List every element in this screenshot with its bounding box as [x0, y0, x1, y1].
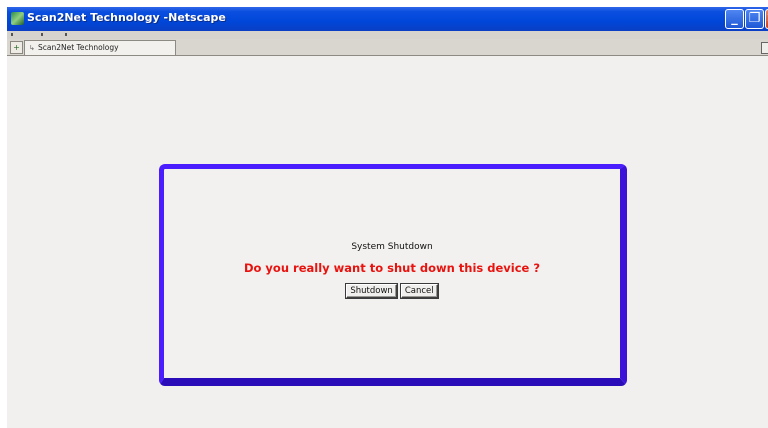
- window-title: Scan2Net Technology -Netscape: [27, 11, 226, 24]
- restore-icon: ❐: [748, 11, 761, 26]
- restore-button[interactable]: ❐: [745, 9, 764, 29]
- close-tab-button[interactable]: [761, 42, 768, 54]
- title-bar: Scan2Net Technology -Netscape _ ❐ ✕: [7, 7, 768, 31]
- toolbar-grip-icon: [65, 33, 67, 36]
- new-tab-button[interactable]: +: [10, 41, 23, 54]
- dialog-question: Do you really want to shut down this dev…: [243, 261, 541, 275]
- browser-window: Scan2Net Technology -Netscape _ ❐ ✕ + ↳ …: [7, 7, 768, 428]
- page-content: System Shutdown Do you really want to sh…: [7, 56, 768, 428]
- shutdown-dialog: System Shutdown Do you really want to sh…: [159, 164, 627, 386]
- toolbar-grip-icon: [11, 33, 13, 36]
- dialog-title: System Shutdown: [351, 242, 433, 252]
- toolbar-grip-icon: [41, 33, 43, 36]
- tab-scan2net[interactable]: ↳ Scan2Net Technology: [24, 40, 176, 55]
- netscape-app-icon: [11, 12, 24, 25]
- page-icon: ↳: [29, 44, 35, 52]
- cancel-button[interactable]: Cancel: [400, 284, 438, 298]
- minimize-button[interactable]: _: [725, 9, 744, 29]
- new-tab-icon: +: [13, 43, 20, 52]
- dialog-button-row: Shutdown Cancel: [164, 284, 620, 298]
- tab-bar: + ↳ Scan2Net Technology: [7, 39, 768, 56]
- minimize-icon: _: [731, 11, 738, 26]
- shutdown-button[interactable]: Shutdown: [346, 284, 397, 298]
- tab-label: Scan2Net Technology: [38, 43, 119, 52]
